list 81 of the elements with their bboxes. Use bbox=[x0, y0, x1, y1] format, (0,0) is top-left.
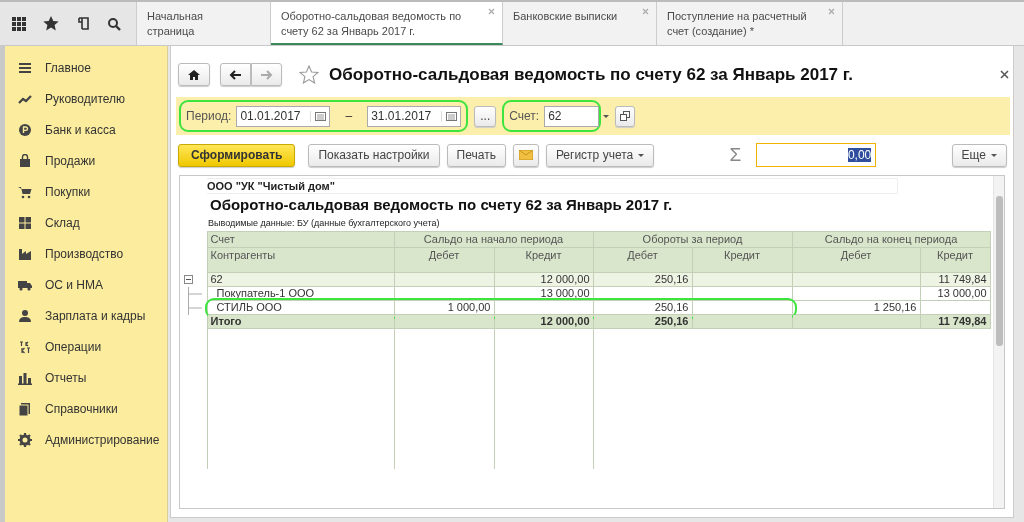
sidebar-item[interactable]: Зарплата и кадры bbox=[45, 308, 146, 323]
form-title: Оборотно-сальдовая ведомость по счету 62 за Январь 2017 г. bbox=[329, 64, 853, 85]
arrow-left-icon bbox=[229, 68, 242, 81]
star-icon[interactable] bbox=[43, 16, 59, 31]
ledger-icon bbox=[18, 339, 32, 354]
grid-icon bbox=[18, 215, 32, 230]
star-outline-icon[interactable] bbox=[299, 65, 319, 84]
calendar-icon[interactable] bbox=[446, 110, 458, 122]
bar-chart-icon bbox=[18, 370, 32, 385]
column-header: Кредит bbox=[494, 247, 593, 273]
person-icon bbox=[18, 308, 32, 323]
close-icon[interactable] bbox=[1000, 70, 1009, 79]
open-button[interactable] bbox=[615, 105, 636, 127]
sidebar-item[interactable]: Продажи bbox=[45, 153, 96, 168]
dropdown-button[interactable]: Регистр учета bbox=[545, 143, 655, 167]
table-cell: 13 000,00 bbox=[494, 286, 593, 301]
scrollbar[interactable] bbox=[993, 176, 1004, 508]
column-header: Сальдо на конец периода bbox=[792, 231, 990, 248]
caret-icon bbox=[991, 153, 997, 157]
generate-button[interactable]: Сформировать bbox=[178, 143, 296, 167]
coin-icon bbox=[18, 122, 32, 137]
toolbar-button[interactable]: Показать настройки bbox=[308, 143, 440, 167]
tree-line bbox=[188, 300, 202, 315]
sidebar-item[interactable]: Главное bbox=[45, 60, 91, 75]
caret-icon bbox=[638, 153, 645, 157]
dash: – bbox=[345, 109, 353, 123]
home-icon bbox=[188, 68, 200, 81]
home-button[interactable] bbox=[178, 63, 210, 86]
factory-icon bbox=[18, 246, 32, 261]
column-header: Сальдо на начало периода bbox=[394, 231, 593, 248]
settings-icon bbox=[18, 432, 32, 447]
documents-icon bbox=[18, 401, 32, 416]
more-button[interactable]: Еще bbox=[951, 143, 1007, 167]
sidebar-item[interactable]: Администрирование bbox=[45, 432, 160, 447]
menu-icon bbox=[18, 60, 32, 75]
sidebar-item[interactable]: Склад bbox=[45, 215, 80, 230]
sidebar-item[interactable]: ОС и НМА bbox=[45, 277, 104, 292]
sidebar-item[interactable]: Руководителю bbox=[45, 91, 126, 106]
calendar-icon[interactable] bbox=[315, 110, 327, 122]
table-cell: 250,16 bbox=[593, 300, 692, 315]
column-header: Обороты за период bbox=[593, 231, 792, 248]
select-period-button[interactable]: ... bbox=[474, 105, 497, 127]
column-header: Дебет bbox=[593, 247, 692, 273]
tab[interactable]: Оборотно-сальдовая ведомость по счету 62 за Январь 2017 г. bbox=[271, 2, 503, 45]
sidebar-item[interactable]: Банк и касса bbox=[45, 122, 116, 137]
sidebar-item[interactable]: Операции bbox=[45, 339, 102, 354]
sum-field[interactable]: 0,00 bbox=[756, 143, 877, 167]
copy-icon bbox=[620, 111, 631, 121]
dropdown-icon[interactable] bbox=[603, 114, 610, 118]
history-icon[interactable] bbox=[76, 16, 90, 31]
period-label: Период: bbox=[186, 109, 232, 123]
bag-icon bbox=[18, 153, 32, 168]
search-icon[interactable] bbox=[107, 16, 121, 31]
table-cell: 1 000,00 bbox=[394, 300, 494, 315]
envelope-icon bbox=[518, 150, 533, 160]
sidebar-item[interactable]: Справочники bbox=[45, 401, 118, 416]
sum-icon: Σ bbox=[729, 144, 742, 166]
apps-icon[interactable] bbox=[12, 16, 26, 31]
table-cell bbox=[920, 300, 990, 315]
sidebar-item[interactable]: Отчеты bbox=[45, 370, 87, 385]
column-header: Дебет bbox=[792, 247, 920, 273]
cart-icon bbox=[18, 184, 32, 199]
column-header: Дебет bbox=[394, 247, 494, 273]
report-title: Оборотно-сальдовая ведомость по счету 62 за Январь 2017 г. bbox=[210, 196, 674, 213]
date-field[interactable]: 01.01.2017 bbox=[236, 105, 331, 127]
sidebar-item[interactable]: Производство bbox=[45, 246, 124, 261]
organization-name: ООО "УК "Чистый дом" bbox=[207, 178, 898, 194]
report-note: Выводимые данные: БУ (данные бухгалтерского учета) bbox=[208, 218, 441, 228]
back-button[interactable] bbox=[220, 63, 251, 86]
column-header: Контрагенты bbox=[207, 247, 394, 273]
collapse-icon[interactable] bbox=[184, 274, 193, 284]
sidebar-item[interactable]: Покупки bbox=[45, 184, 91, 199]
account-field[interactable]: 62 bbox=[544, 105, 600, 127]
arrow-right-icon bbox=[260, 68, 273, 81]
date-field[interactable]: 31.01.2017 bbox=[367, 105, 462, 127]
column-header: Кредит bbox=[692, 247, 792, 273]
column-header: Счет bbox=[207, 231, 394, 248]
tree-line bbox=[188, 286, 202, 301]
table-cell: 13 000,00 bbox=[920, 286, 990, 301]
toolbar-button[interactable]: Печать bbox=[446, 143, 506, 167]
account-label: Счет: bbox=[509, 109, 540, 123]
